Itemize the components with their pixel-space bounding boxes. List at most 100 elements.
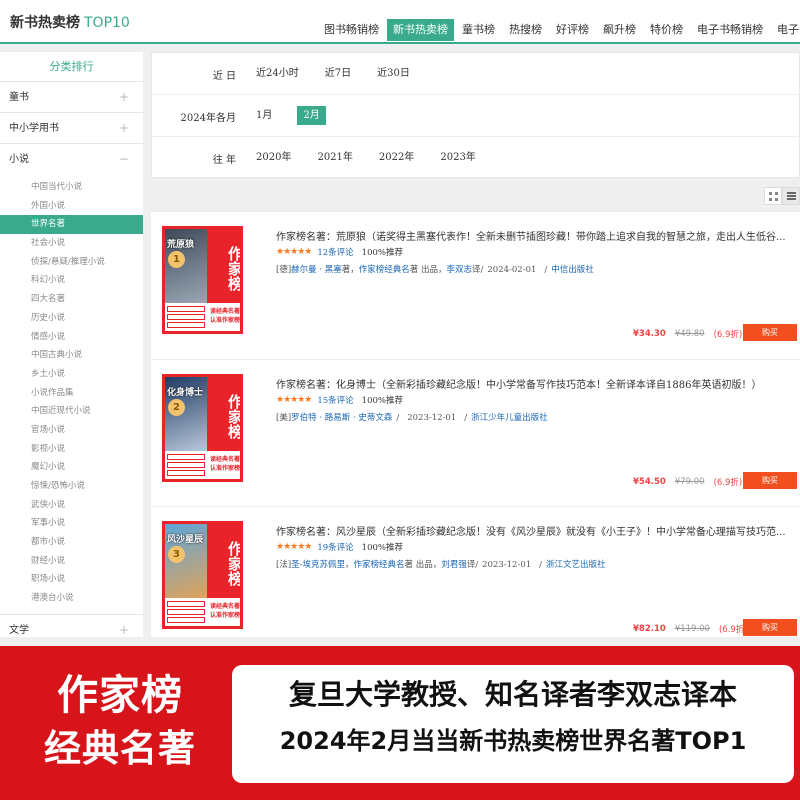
filter-option[interactable]: 2022年: [378, 148, 415, 167]
expand-plus-icon[interactable]: +: [119, 82, 129, 113]
tab-2[interactable]: 新书热卖榜: [387, 19, 454, 41]
rank-badge: 1: [168, 251, 185, 268]
subcategory-item[interactable]: 武侠小说: [0, 496, 143, 515]
press-link[interactable]: 中信出版社: [551, 265, 594, 275]
time-filter-panel: 近 日 近24小时 近7日 近30日 2024年各月 1月 2月 往 年 2020年 2…: [151, 52, 800, 178]
buy-button[interactable]: 购买: [743, 472, 797, 489]
category-sidebar: 分类排行 童书 + 中小学用书 + 小说 − 中国当代小说 外国小说 世界名著 社会小…: [0, 52, 143, 637]
product-title-link[interactable]: 作家榜名著：化身博士（全新彩插珍藏纪念版！中小学常备写作技巧范本！全新译本译自1…: [276, 376, 796, 391]
subcategory-item[interactable]: 职场小说: [0, 570, 143, 589]
tab-3[interactable]: 童书榜: [456, 19, 501, 41]
translator-link[interactable]: 李双志: [446, 265, 472, 275]
buy-button[interactable]: 购买: [743, 324, 797, 341]
separator: /: [396, 413, 400, 423]
publisher-brand-link[interactable]: 作家榜经典名: [354, 560, 405, 570]
comments-link[interactable]: 19条评论: [317, 541, 353, 553]
tab-4[interactable]: 热搜榜: [503, 19, 548, 41]
author-nationality: [德]: [276, 265, 292, 275]
translator-suffix: 译/: [466, 560, 479, 570]
banner-brand: 作家榜 经典名著: [30, 668, 210, 774]
separator: /: [464, 413, 468, 423]
subcategory-item[interactable]: 中国古典小说: [0, 346, 143, 365]
filter-option[interactable]: 近30日: [376, 64, 411, 83]
banner-brand-line1: 作家榜: [57, 671, 183, 719]
expand-plus-icon[interactable]: +: [119, 113, 129, 144]
book-cover-image[interactable]: 化身博士 2 作家榜 读经典名著 认准作家榜: [162, 374, 243, 482]
cover-brand-band: 作家榜: [207, 524, 240, 598]
filter-option[interactable]: 2021年: [316, 148, 353, 167]
subcategory-item[interactable]: 情感小说: [0, 328, 143, 347]
cover-slogan: 读经典名著 认准作家榜: [209, 308, 240, 324]
cover-tag: [167, 609, 205, 615]
press-link[interactable]: 浙江少年儿童出版社: [471, 413, 548, 423]
publisher-brand-link[interactable]: 作家榜经典名: [359, 265, 410, 275]
translator-suffix: 译/: [472, 265, 484, 275]
tab-7[interactable]: 特价榜: [644, 19, 689, 41]
book-cover-image[interactable]: 风沙星辰 3 作家榜 读经典名著 认准作家榜: [162, 521, 243, 629]
subcategory-item[interactable]: 惊悚/恐怖小说: [0, 477, 143, 496]
collapse-minus-icon[interactable]: −: [119, 144, 129, 175]
subcategory-item[interactable]: 中国近现代小说: [0, 402, 143, 421]
cover-tag: [167, 470, 205, 476]
top-navigation-bar: 新书热卖榜 TOP10 图书畅销榜 新书热卖榜 童书榜 热搜榜 好评榜 飙升榜 特价榜 电子书畅…: [0, 0, 800, 44]
sidebar-category-children[interactable]: 童书 +: [0, 82, 143, 113]
product-title-link[interactable]: 作家榜名著：荒原狼（诺奖得主黑塞代表作！全新未删节插图珍藏！带你踏上追求自我的智…: [276, 228, 796, 243]
subcategory-item[interactable]: 历史小说: [0, 309, 143, 328]
tab-5[interactable]: 好评榜: [550, 19, 595, 41]
sidebar-category-literature[interactable]: 文学 +: [0, 615, 143, 637]
list-view-button[interactable]: [782, 187, 800, 205]
press-link[interactable]: 浙江文艺出版社: [546, 560, 606, 570]
publish-date: 2023-12-01: [482, 560, 532, 570]
subcategory-item[interactable]: 小说作品集: [0, 384, 143, 403]
author-link[interactable]: 赫尔曼 · 黑塞: [291, 265, 342, 275]
original-price: ¥79.00: [674, 477, 705, 487]
tab-6[interactable]: 飙升榜: [597, 19, 642, 41]
subcategory-item[interactable]: 中国当代小说: [0, 178, 143, 197]
sidebar-category-novel[interactable]: 小说 −: [0, 144, 143, 175]
filter-option[interactable]: 1月: [255, 106, 273, 125]
expand-plus-icon[interactable]: +: [119, 615, 129, 637]
cover-title: 风沙星辰: [167, 535, 204, 545]
translator-link[interactable]: 刘君强: [441, 560, 467, 570]
original-price: ¥49.80: [674, 329, 705, 339]
tab-9[interactable]: 电子书: [771, 19, 800, 41]
subcategory-item[interactable]: 魔幻小说: [0, 458, 143, 477]
star-rating-icon: ★★★★★: [276, 542, 312, 552]
author-publisher-info: [德]赫尔曼 · 黑塞著，作家榜经典名著 出品，李双志译/2024-02-01 /…: [276, 263, 594, 275]
product-list: 荒原狼 1 作家榜 读经典名著 认准作家榜 作家榜名著：荒原狼（诺奖得主黑塞代表作！全新…: [151, 212, 800, 637]
filter-option[interactable]: 近7日: [324, 64, 352, 83]
cover-title: 荒原狼: [167, 240, 195, 250]
book-cover-image[interactable]: 荒原狼 1 作家榜 读经典名著 认准作家榜: [162, 226, 243, 334]
filter-option[interactable]: 2月: [297, 106, 326, 125]
subcategory-item[interactable]: 科幻小说: [0, 271, 143, 290]
sidebar-category-school[interactable]: 中小学用书 +: [0, 113, 143, 144]
author-link[interactable]: 圣-埃克苏佩里: [291, 560, 345, 570]
banner-callout: 复旦大学教授、知名译者李双志译本 2024年2月当当新书热卖榜世界名著TOP1: [232, 665, 794, 783]
filter-option[interactable]: 2020年: [255, 148, 292, 167]
subcategory-item[interactable]: 乡土小说: [0, 365, 143, 384]
subcategory-item[interactable]: 侦探/悬疑/推理小说: [0, 253, 143, 272]
subcategory-item[interactable]: 军事小说: [0, 514, 143, 533]
subcategory-item[interactable]: 外国小说: [0, 197, 143, 216]
author-link[interactable]: 罗伯特 · 路易斯 · 史蒂文森: [291, 413, 392, 423]
tab-1[interactable]: 图书畅销榜: [318, 19, 385, 41]
product-title-link[interactable]: 作家榜名著：风沙星辰（全新彩插珍藏纪念版！没有《风沙星辰》就没有《小王子》！中小…: [276, 523, 796, 538]
current-price: ¥82.10: [633, 624, 666, 634]
comments-link[interactable]: 12条评论: [317, 246, 353, 258]
subcategory-item[interactable]: 世界名著: [0, 215, 143, 235]
subcategory-item[interactable]: 官场小说: [0, 421, 143, 440]
subcategory-item[interactable]: 四大名著: [0, 290, 143, 309]
filter-option[interactable]: 近24小时: [255, 64, 300, 83]
tab-8[interactable]: 电子书畅销榜: [691, 19, 769, 41]
comments-link[interactable]: 15条评论: [317, 394, 353, 406]
subcategory-item[interactable]: 社会小说: [0, 234, 143, 253]
publish-date: 2024-02-01: [487, 265, 537, 275]
buy-button[interactable]: 购买: [743, 619, 797, 636]
subcategory-item[interactable]: 都市小说: [0, 533, 143, 552]
subcategory-item[interactable]: 影视小说: [0, 440, 143, 459]
subcategory-item[interactable]: 财经小说: [0, 552, 143, 571]
grid-view-button[interactable]: [764, 187, 782, 205]
price-row: ¥34.30 ¥49.80 (6.9折): [633, 328, 742, 340]
filter-option[interactable]: 2023年: [439, 148, 476, 167]
subcategory-item[interactable]: 港澳台小说: [0, 589, 143, 608]
